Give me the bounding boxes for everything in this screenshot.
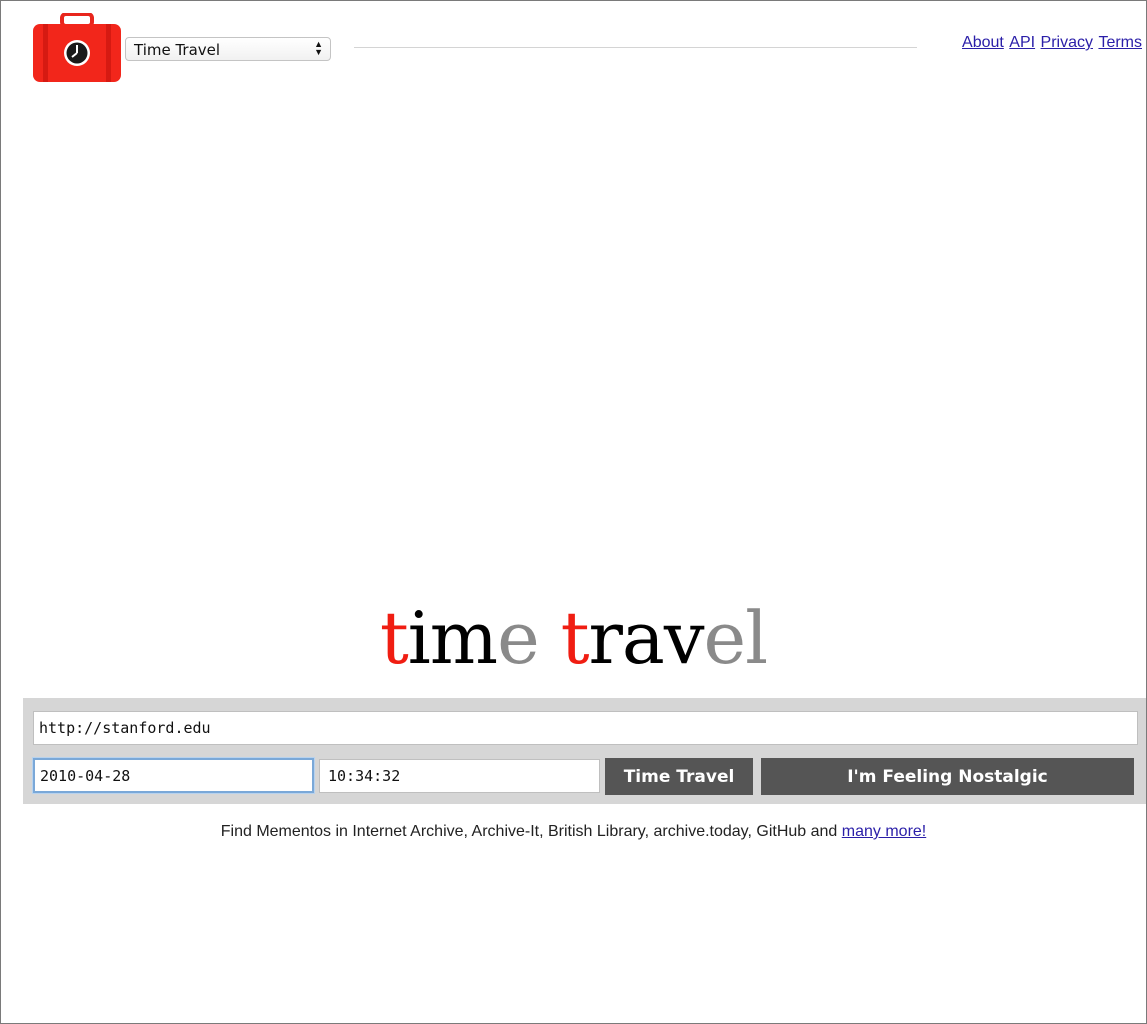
- archives-note-text: Find Mementos in Internet Archive, Archi…: [220, 823, 842, 840]
- suitcase-clock-icon[interactable]: [31, 13, 123, 83]
- brand-wordmark: time travel: [1, 593, 1146, 683]
- search-panel: Time Travel I'm Feeling Nostalgic: [23, 698, 1146, 804]
- url-input[interactable]: [33, 711, 1138, 745]
- top-links: About API Privacy Terms: [961, 34, 1142, 52]
- header-divider: [354, 47, 917, 48]
- terms-link[interactable]: Terms: [1098, 34, 1142, 51]
- up-down-arrows-icon: ▲ ▼: [314, 39, 323, 57]
- brand-word1-middle: im: [407, 596, 498, 680]
- api-link[interactable]: API: [1009, 34, 1035, 51]
- about-link[interactable]: About: [962, 34, 1004, 51]
- brand-word2-middle: rav: [588, 596, 705, 680]
- brand-word1-end: e: [497, 596, 540, 680]
- time-input[interactable]: [319, 759, 600, 793]
- brand-word1-letter-t: t: [379, 596, 409, 680]
- privacy-link[interactable]: Privacy: [1041, 34, 1093, 51]
- feeling-nostalgic-button[interactable]: I'm Feeling Nostalgic: [761, 758, 1134, 795]
- date-input[interactable]: [32, 757, 315, 794]
- brand-word2-letter-t: t: [560, 596, 590, 680]
- archives-note: Find Mementos in Internet Archive, Archi…: [1, 823, 1146, 841]
- many-more-link[interactable]: many more!: [842, 823, 926, 840]
- time-travel-button[interactable]: Time Travel: [605, 758, 753, 795]
- brand-word2-end: el: [703, 596, 769, 680]
- service-select-value: Time Travel: [134, 41, 221, 59]
- service-select[interactable]: Time Travel ▲ ▼: [125, 37, 331, 61]
- page: Time Travel ▲ ▼ About API Privacy Terms t…: [0, 0, 1147, 1024]
